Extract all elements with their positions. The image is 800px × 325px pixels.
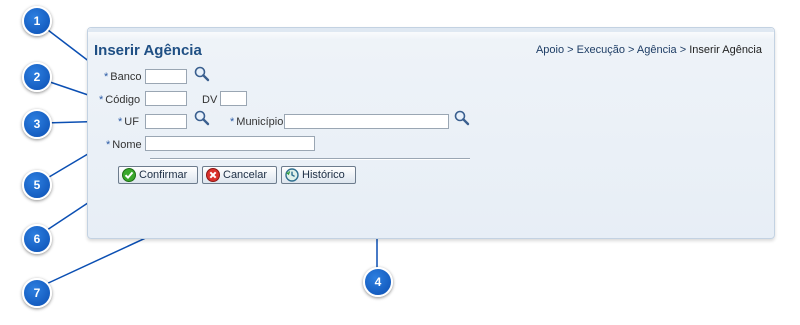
banco-input[interactable] [145,69,187,84]
dv-input[interactable] [220,91,247,106]
breadcrumb-separator: > [628,44,635,56]
codigo-input[interactable] [145,91,187,106]
form-panel: Inserir Agência Apoio > Execução > Agênc… [87,27,775,239]
nome-label: * Nome [106,139,142,151]
check-icon [122,168,136,182]
historico-button[interactable]: Histórico [281,166,356,184]
history-icon [285,168,299,182]
form-divider [150,158,470,160]
codigo-label: * Código [99,94,141,106]
required-mark: * [99,94,104,106]
cancelar-label: Cancelar [223,169,268,181]
confirmar-button[interactable]: Confirmar [118,166,198,184]
breadcrumb: Apoio > Execução > Agência > Inserir Agê… [536,44,762,56]
page-title: Inserir Agência [94,42,202,59]
required-mark: * [118,116,123,128]
uf-search-icon[interactable] [194,110,210,126]
required-mark: * [106,139,111,151]
callout-3: 3 [22,109,52,139]
callout-7: 7 [22,278,52,308]
municipio-search-icon[interactable] [454,110,470,126]
banco-search-icon[interactable] [194,66,210,82]
breadcrumb-link-execucao[interactable]: Execução [577,44,625,56]
dv-label: DV [202,94,218,106]
cancel-icon [206,168,220,182]
breadcrumb-link-agencia[interactable]: Agência [637,44,677,56]
historico-label: Histórico [302,169,345,181]
required-mark: * [230,116,235,128]
cancelar-button[interactable]: Cancelar [202,166,277,184]
nome-input[interactable] [145,136,315,151]
banco-label: * Banco [104,71,142,83]
confirmar-label: Confirmar [139,169,188,181]
required-mark: * [104,71,109,83]
callout-6: 6 [22,224,52,254]
breadcrumb-link-apoio[interactable]: Apoio [536,44,564,56]
breadcrumb-separator: > [567,44,574,56]
callout-4: 4 [363,267,393,297]
breadcrumb-current: Inserir Agência [689,44,762,56]
uf-input[interactable] [145,114,187,129]
municipio-label: * Município [230,116,284,128]
uf-label: * UF [118,116,139,128]
callout-1: 1 [22,6,52,36]
municipio-input[interactable] [284,114,449,129]
panel-header-strip [88,28,774,32]
callout-5: 5 [22,170,52,200]
breadcrumb-separator: > [679,44,687,56]
callout-2: 2 [22,62,52,92]
